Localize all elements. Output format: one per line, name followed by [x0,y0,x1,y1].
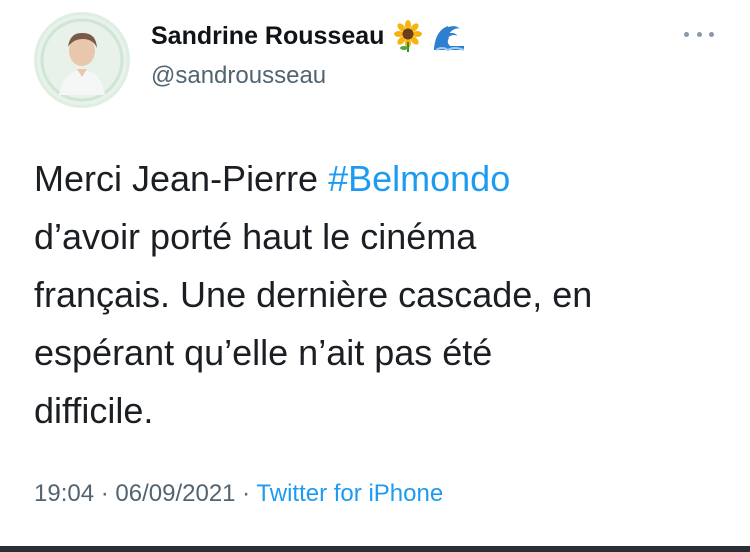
wave-emoji-icon [432,20,465,52]
hashtag-link[interactable]: #Belmondo [328,158,510,199]
display-name[interactable]: Sandrine Rousseau [151,22,384,51]
avatar-photo [37,15,127,105]
meta-separator: · [94,480,116,507]
display-name-row: Sandrine Rousseau [151,16,465,56]
tweet-text: Merci Jean-Pierre #Belmondo d’avoir port… [34,150,714,440]
meta-separator: · [235,480,257,507]
author-handle[interactable]: @sandrousseau [151,62,464,90]
more-dot-icon [696,31,702,37]
more-options-button[interactable] [684,26,714,42]
more-dot-icon [684,31,689,37]
tweet-line: espérant qu’elle n’ait pas été [34,332,493,373]
tweet-card: Sandrine Rousseau @sandrousseau Merci Je… [0,0,750,552]
tweet-date[interactable]: 06/09/2021 [115,480,235,507]
tweet-line-text: Merci Jean-Pierre [34,158,329,199]
sunflower-emoji-icon [392,20,424,52]
tweet-time[interactable]: 19:04 [34,480,94,507]
tweet-source-link[interactable]: Twitter for iPhone [256,480,443,507]
tweet-meta: 19:04 · 06/09/2021 · Twitter for iPhone [34,480,443,508]
avatar[interactable] [34,12,130,108]
author-block: Sandrine Rousseau @sandrousseau [151,16,465,90]
tweet-line: Merci Jean-Pierre #Belmondo [34,150,714,208]
tweet-line: français. Une dernière cascade, en [34,274,593,315]
tweet-line: d’avoir porté haut le cinéma [34,216,477,257]
tweet-line: difficile. [34,390,154,431]
more-dot-icon [709,31,714,37]
bottom-divider [0,546,750,552]
